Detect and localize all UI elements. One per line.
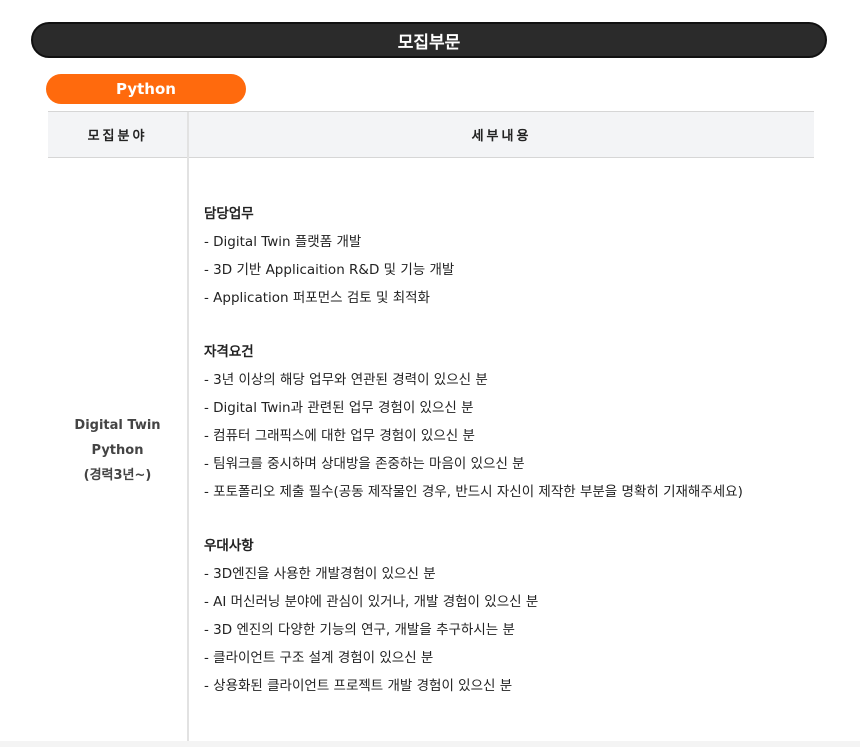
field-name: Digital Twin <box>74 417 161 433</box>
table-header-row: 모집분야 세부내용 <box>48 112 814 158</box>
list-item: - Digital Twin 플랫폼 개발 <box>204 234 362 250</box>
list-item: - 클라이언트 구조 설계 경험이 있으신 분 <box>204 650 434 666</box>
list-item: - 3D 엔진의 다양한 기능의 연구, 개발을 추구하시는 분 <box>204 622 515 638</box>
section-header: 모집부문 <box>31 22 827 58</box>
section-title: 우대사항 <box>204 538 254 554</box>
list-item: - 팀워크를 중시하며 상대방을 존중하는 마음이 있으신 분 <box>204 456 525 472</box>
column-divider <box>187 112 189 742</box>
category-pill-label: Python <box>116 80 176 98</box>
list-item: - 상용화된 클라이언트 프로젝트 개발 경험이 있으신 분 <box>204 678 513 694</box>
column-header-detail: 세부내용 <box>471 129 532 144</box>
list-item: - AI 머신러닝 분야에 관심이 있거나, 개발 경험이 있으신 분 <box>204 594 539 610</box>
section-title: 담당업무 <box>204 206 254 222</box>
detail-cell: 담당업무 - Digital Twin 플랫폼 개발 - 3D 기반 Appli… <box>204 200 804 700</box>
list-item: - Digital Twin과 관련된 업무 경험이 있으신 분 <box>204 400 474 416</box>
list-item: - Application 퍼포먼스 검토 및 최적화 <box>204 290 430 306</box>
list-item: - 3D엔진을 사용한 개발경험이 있으신 분 <box>204 566 436 582</box>
list-item: - 컴퓨터 그래픽스에 대한 업무 경험이 있으신 분 <box>204 428 475 444</box>
field-experience: (경력3년~) <box>83 467 152 483</box>
section-preferred: 우대사항 - 3D엔진을 사용한 개발경험이 있으신 분 - AI 머신러닝 분… <box>204 532 804 700</box>
list-item: - 3년 이상의 해당 업무와 연관된 경력이 있으신 분 <box>204 372 488 388</box>
section-header-title: 모집부문 <box>397 32 461 53</box>
section-requirements: 자격요건 - 3년 이상의 해당 업무와 연관된 경력이 있으신 분 - Dig… <box>204 338 804 506</box>
category-pill: Python <box>46 74 246 104</box>
section-title: 자격요건 <box>204 344 254 360</box>
bottom-strip <box>0 741 860 747</box>
field-language: Python <box>91 442 144 458</box>
column-header-field: 모집분야 <box>87 129 148 144</box>
section-duties: 담당업무 - Digital Twin 플랫폼 개발 - 3D 기반 Appli… <box>204 200 804 312</box>
list-item: - 3D 기반 Applicaition R&D 및 기능 개발 <box>204 262 455 278</box>
list-item: - 포토폴리오 제출 필수(공동 제작물인 경우, 반드시 자신이 제작한 부분… <box>204 484 743 500</box>
field-cell: Digital Twin Python (경력3년~) <box>48 158 187 742</box>
